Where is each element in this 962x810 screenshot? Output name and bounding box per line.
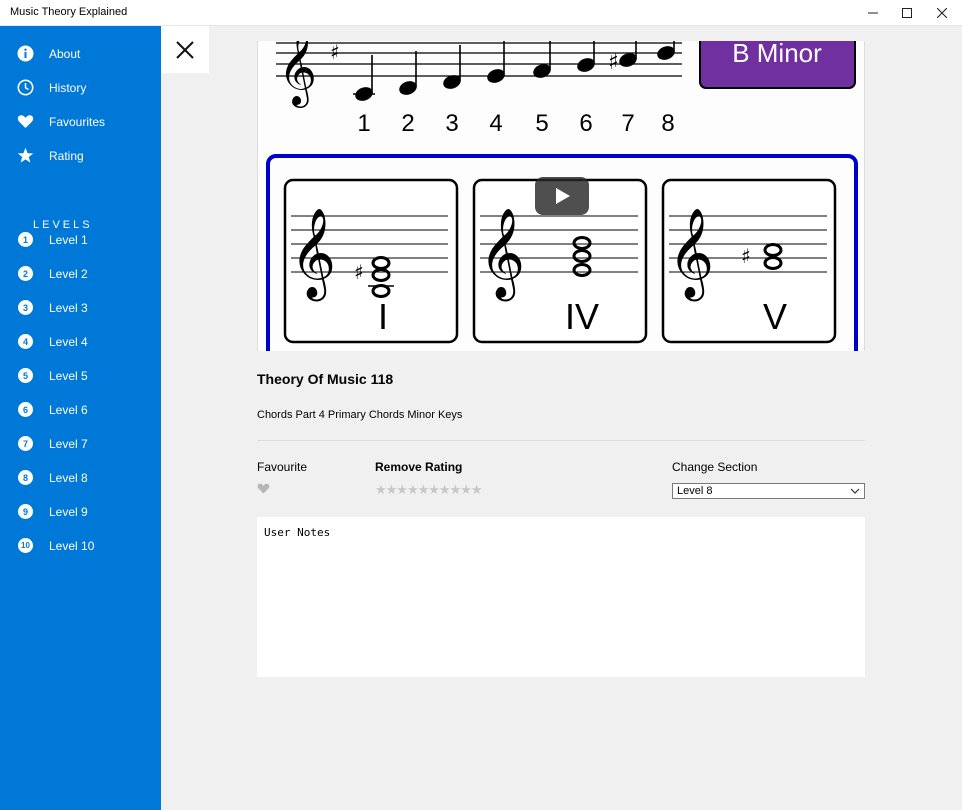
chord-numeral-label: I: [378, 296, 388, 337]
scale-degree-label: 1: [357, 110, 370, 137]
chord-numeral-label: V: [763, 296, 787, 337]
scale-degree-label: 4: [489, 110, 502, 137]
maximize-button[interactable]: [890, 0, 924, 26]
heart-icon: [17, 113, 34, 130]
chord-numeral-label: IV: [565, 296, 599, 337]
minimize-icon: [868, 12, 878, 14]
sidebar-item-level-4[interactable]: 4 Level 4: [0, 325, 161, 359]
scale-degree-label: 6: [579, 110, 592, 137]
user-notes-field[interactable]: [257, 517, 865, 677]
sidebar-item-about[interactable]: About: [0, 37, 161, 71]
sidebar-item-label: Level 1: [49, 233, 88, 247]
info-icon: [17, 45, 34, 62]
level-number-badge: 2: [18, 266, 33, 281]
level-number-badge: 5: [18, 368, 33, 383]
sidebar-item-label: Level 5: [49, 369, 88, 383]
sidebar-item-label: Level 4: [49, 335, 88, 349]
star-icon: [17, 147, 34, 164]
divider: [257, 440, 865, 441]
sidebar-item-level-9[interactable]: 9 Level 9: [0, 495, 161, 529]
title-bar: Music Theory Explained: [0, 0, 962, 26]
sidebar-item-label: About: [49, 47, 81, 61]
sidebar-item-level-6[interactable]: 6 Level 6: [0, 393, 161, 427]
rating-stars[interactable]: ★★★★★★★★★★: [375, 482, 483, 498]
sidebar-item-history[interactable]: History: [0, 71, 161, 105]
video-title: Theory Of Music 118: [257, 371, 394, 387]
level-number-badge: 7: [18, 436, 33, 451]
sidebar-item-level-3[interactable]: 3 Level 3: [0, 291, 161, 325]
sidebar: About History Favourites Rating LEVELS 1…: [0, 26, 161, 810]
sidebar-item-level-5[interactable]: 5 Level 5: [0, 359, 161, 393]
chevron-down-icon: [850, 488, 860, 494]
section-select-value: Level 8: [677, 485, 713, 497]
sidebar-item-level-8[interactable]: 8 Level 8: [0, 461, 161, 495]
close-icon: [937, 8, 947, 18]
level-number-badge: 1: [18, 232, 33, 247]
heart-icon[interactable]: [257, 482, 270, 495]
scale-degree-label: 7: [621, 110, 634, 137]
treble-clef-icon: 𝄞: [479, 208, 525, 302]
sidebar-item-label: Level 6: [49, 403, 88, 417]
sidebar-item-label: Level 3: [49, 301, 88, 315]
svg-text:♯: ♯: [608, 50, 619, 75]
level-number-badge: 6: [18, 402, 33, 417]
clock-icon: [17, 79, 34, 96]
treble-clef-icon: 𝄞: [278, 41, 317, 108]
section-select[interactable]: Level 8: [672, 483, 865, 499]
app-window: Music Theory Explained About History Fav…: [0, 0, 962, 810]
remove-rating-button[interactable]: Remove Rating: [375, 460, 462, 474]
scale-degree-label: 2: [401, 110, 414, 137]
close-pane-button[interactable]: [161, 26, 209, 73]
sidebar-item-label: Level 7: [49, 437, 88, 451]
favourite-label: Favourite: [257, 460, 308, 474]
minimize-button[interactable]: [856, 0, 890, 26]
level-number-badge: 4: [18, 334, 33, 349]
level-number-badge: 3: [18, 300, 33, 315]
scale-degree-label: 3: [445, 110, 458, 137]
level-number-badge: 8: [18, 470, 33, 485]
scale-degree-label: 5: [535, 110, 548, 137]
video-player[interactable]: 𝄞 ♯ ♯ 1 2 3 4 5 6 7 8 B Minor 𝄞 𝄞 𝄞 ♯ ♯ …: [257, 41, 865, 351]
change-section-label: Change Section: [672, 460, 758, 474]
window-title: Music Theory Explained: [10, 6, 128, 18]
play-icon[interactable]: [535, 177, 589, 215]
sidebar-item-level-7[interactable]: 7 Level 7: [0, 427, 161, 461]
sidebar-item-level-10[interactable]: 10 Level 10: [0, 529, 161, 563]
video-description: Chords Part 4 Primary Chords Minor Keys: [257, 409, 463, 421]
svg-text:♯: ♯: [354, 260, 364, 284]
sidebar-item-favourites[interactable]: Favourites: [0, 105, 161, 139]
maximize-icon: [902, 8, 912, 18]
sidebar-item-label: Level 9: [49, 505, 88, 519]
level-number-badge: 10: [18, 538, 33, 553]
svg-text:♯: ♯: [741, 244, 751, 268]
sidebar-item-level-1[interactable]: 1 Level 1: [0, 223, 161, 257]
sidebar-item-label: Level 2: [49, 267, 88, 281]
sidebar-item-label: Level 8: [49, 471, 88, 485]
close-window-button[interactable]: [925, 0, 959, 26]
sidebar-item-label: Level 10: [49, 539, 95, 553]
svg-text:♯: ♯: [330, 41, 340, 64]
key-label: B Minor: [732, 41, 822, 68]
sidebar-item-label: Favourites: [49, 115, 106, 129]
sidebar-item-label: Rating: [49, 149, 84, 163]
sidebar-item-rating[interactable]: Rating: [0, 139, 161, 173]
scale-degree-label: 8: [661, 110, 674, 137]
treble-clef-icon: 𝄞: [290, 208, 336, 302]
treble-clef-icon: 𝄞: [668, 208, 714, 302]
level-number-badge: 9: [18, 504, 33, 519]
close-icon: [176, 40, 194, 59]
sidebar-item-level-2[interactable]: 2 Level 2: [0, 257, 161, 291]
sidebar-item-label: History: [49, 81, 87, 95]
